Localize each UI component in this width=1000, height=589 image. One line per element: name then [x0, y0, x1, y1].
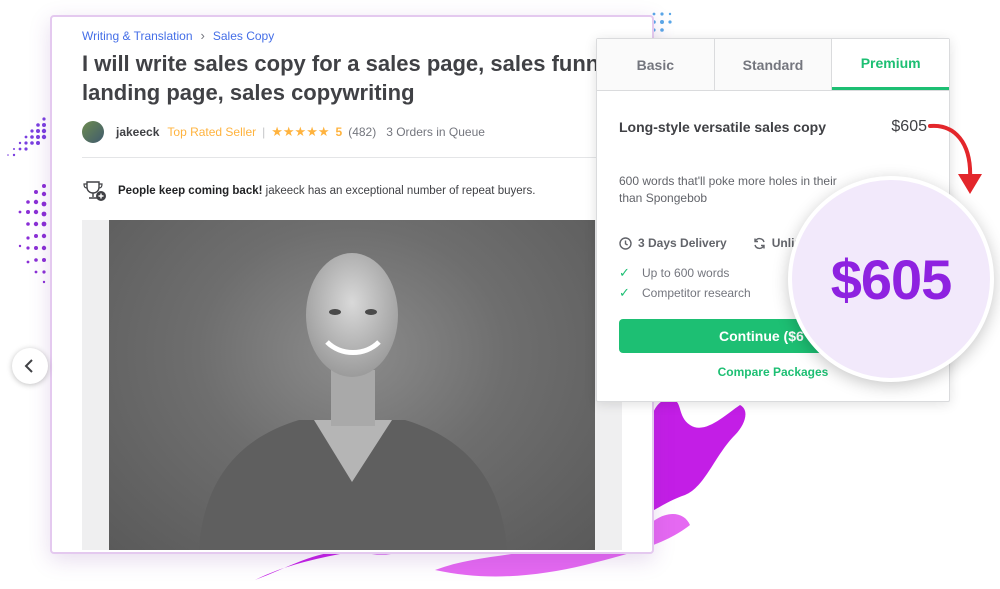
gig-card: Writing & Translation › Sales Copy I wil…: [50, 15, 654, 554]
seller-info: jakeeck Top Rated Seller | ★★★★★ 5 (482)…: [82, 121, 485, 143]
breadcrumb: Writing & Translation › Sales Copy: [82, 28, 274, 43]
magnified-price: $605: [830, 247, 953, 311]
tab-premium[interactable]: Premium: [832, 39, 950, 90]
repeat-buyers-notice: People keep coming back! jakeeck has an …: [82, 180, 535, 202]
seller-level-badge: Top Rated Seller: [167, 125, 257, 139]
check-icon: ✓: [619, 285, 630, 300]
separator: |: [262, 125, 266, 139]
tab-standard[interactable]: Standard: [714, 39, 833, 90]
chevron-right-icon: ›: [200, 28, 205, 43]
divider: [82, 157, 622, 158]
gig-gallery: [82, 220, 622, 550]
feature-item: ✓ Up to 600 words: [619, 265, 730, 280]
star-rating-icon: ★★★★★: [271, 124, 330, 139]
package-price: $605: [891, 118, 927, 135]
price-magnifier-callout: $605: [788, 176, 994, 382]
repeat-buyers-text: People keep coming back! jakeeck has an …: [118, 185, 536, 197]
feature-item: ✓ Competitor research: [619, 285, 751, 300]
gig-image[interactable]: [109, 220, 595, 550]
package-tabs: Basic Standard Premium: [597, 39, 950, 91]
delivery-info: 3 Days Delivery Unlim: [619, 236, 805, 250]
orders-in-queue: 3 Orders in Queue: [386, 125, 485, 139]
package-features: ✓ Up to 600 words ✓ Competitor research: [619, 263, 751, 303]
rating-score: 5: [335, 125, 343, 139]
chevron-left-icon: [24, 359, 33, 373]
decorative-dots-left-bottom: [6, 180, 52, 290]
refresh-icon: [754, 237, 765, 249]
tab-basic[interactable]: Basic: [597, 39, 715, 90]
decorative-dots-left-top: [4, 115, 50, 165]
seller-name-link[interactable]: jakeeck: [116, 125, 159, 139]
delivery-time: 3 Days Delivery: [638, 236, 727, 250]
reviews-count-link[interactable]: (482): [348, 125, 376, 139]
trophy-icon: [83, 181, 106, 201]
clock-icon: [619, 236, 632, 250]
breadcrumb-category-link[interactable]: Writing & Translation: [82, 29, 193, 43]
check-icon: ✓: [619, 265, 630, 280]
package-title: Long-style versatile sales copy: [619, 119, 826, 135]
seller-avatar[interactable]: [82, 121, 104, 143]
gig-title: I will write sales copy for a sales page…: [82, 51, 624, 105]
breadcrumb-subcategory-link[interactable]: Sales Copy: [213, 29, 274, 43]
gallery-prev-button[interactable]: [12, 348, 48, 384]
